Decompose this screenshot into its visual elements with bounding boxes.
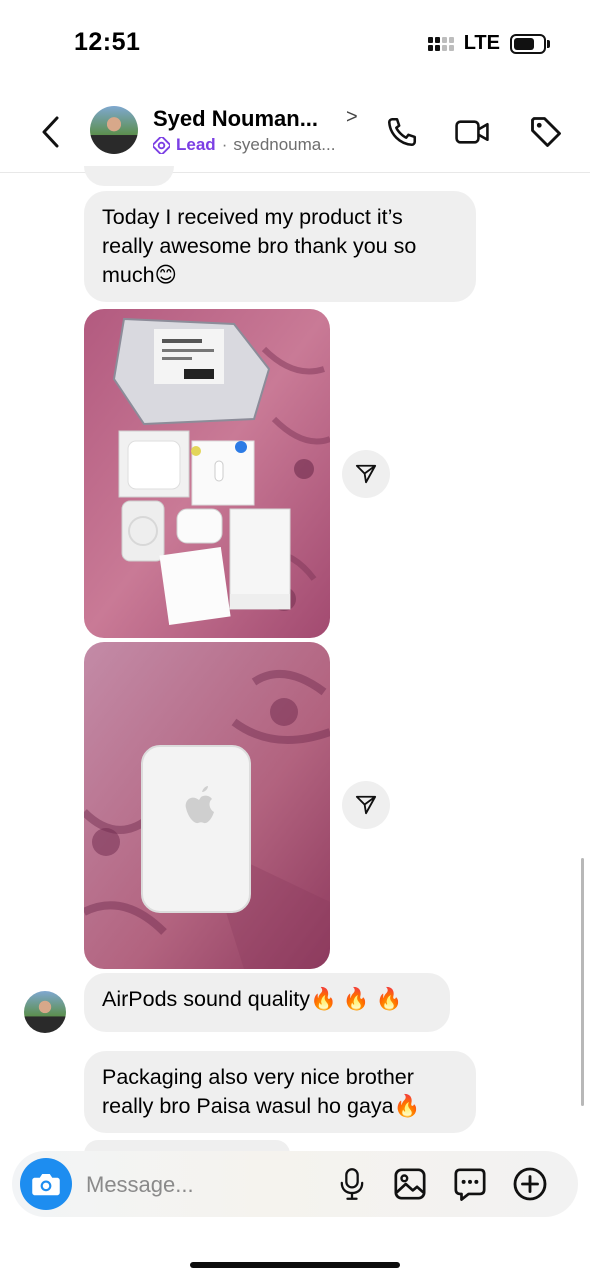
network-label: LTE [463,32,500,54]
contact-username: syednouma... [233,135,336,154]
gallery-button[interactable] [390,1164,430,1204]
message-bubble[interactable]: Today I received my product it’s really … [84,191,476,302]
message-text: Packaging also very nice brother really … [102,1065,421,1118]
chevron-right-icon[interactable]: > [346,106,358,129]
more-options-button[interactable] [510,1164,550,1204]
separator: · [221,135,228,154]
call-button[interactable] [384,114,420,150]
lead-label: Lead [176,135,216,154]
message-bubble[interactable]: AirPods sound quality🔥 🔥 🔥 [84,973,450,1032]
contact-subtitle[interactable]: Lead · syednouma... [153,135,335,155]
sticker-button[interactable] [450,1164,490,1204]
previous-message-bubble [84,166,174,186]
plus-icon [513,1167,547,1201]
message-text: Today I received my product it’s really … [102,205,417,287]
paper-plane-icon [355,464,377,484]
chat-bubble-icon [454,1168,486,1201]
label-button[interactable] [528,114,564,150]
contact-avatar[interactable] [90,106,138,154]
microphone-icon [340,1168,364,1200]
message-text: AirPods sound quality🔥 🔥 🔥 [102,987,403,1011]
signal-icon [427,36,454,51]
lead-badge-icon [153,136,170,154]
message-input[interactable] [84,1168,328,1202]
camera-icon [32,1174,60,1196]
paper-plane-icon [355,795,377,815]
message-photo[interactable] [84,309,330,638]
share-button[interactable] [342,450,390,498]
share-button[interactable] [342,781,390,829]
unboxing-photo [84,309,330,638]
message-bubble[interactable]: Packaging also very nice brother really … [84,1051,476,1133]
camera-button[interactable] [20,1158,72,1210]
contact-name[interactable]: Syed Nouman... [153,106,318,132]
gallery-icon [394,1168,426,1200]
sender-avatar[interactable] [24,991,66,1033]
battery-pack-photo [84,642,330,969]
conversation-header: Syed Nouman... > Lead · syednouma... [0,92,590,173]
home-indicator[interactable] [190,1262,400,1268]
status-indicators: LTE [427,32,550,55]
back-button[interactable] [34,112,66,152]
chevron-left-icon [42,116,59,148]
video-call-button[interactable] [454,114,490,150]
voice-message-button[interactable] [332,1164,372,1204]
status-time: 12:51 [74,28,141,56]
video-icon [455,120,489,144]
battery-level [514,37,534,50]
phone-icon [387,117,417,147]
tag-icon [531,117,561,147]
scrollbar[interactable] [581,858,584,1106]
battery-icon [510,33,550,54]
message-photo[interactable] [84,642,330,969]
